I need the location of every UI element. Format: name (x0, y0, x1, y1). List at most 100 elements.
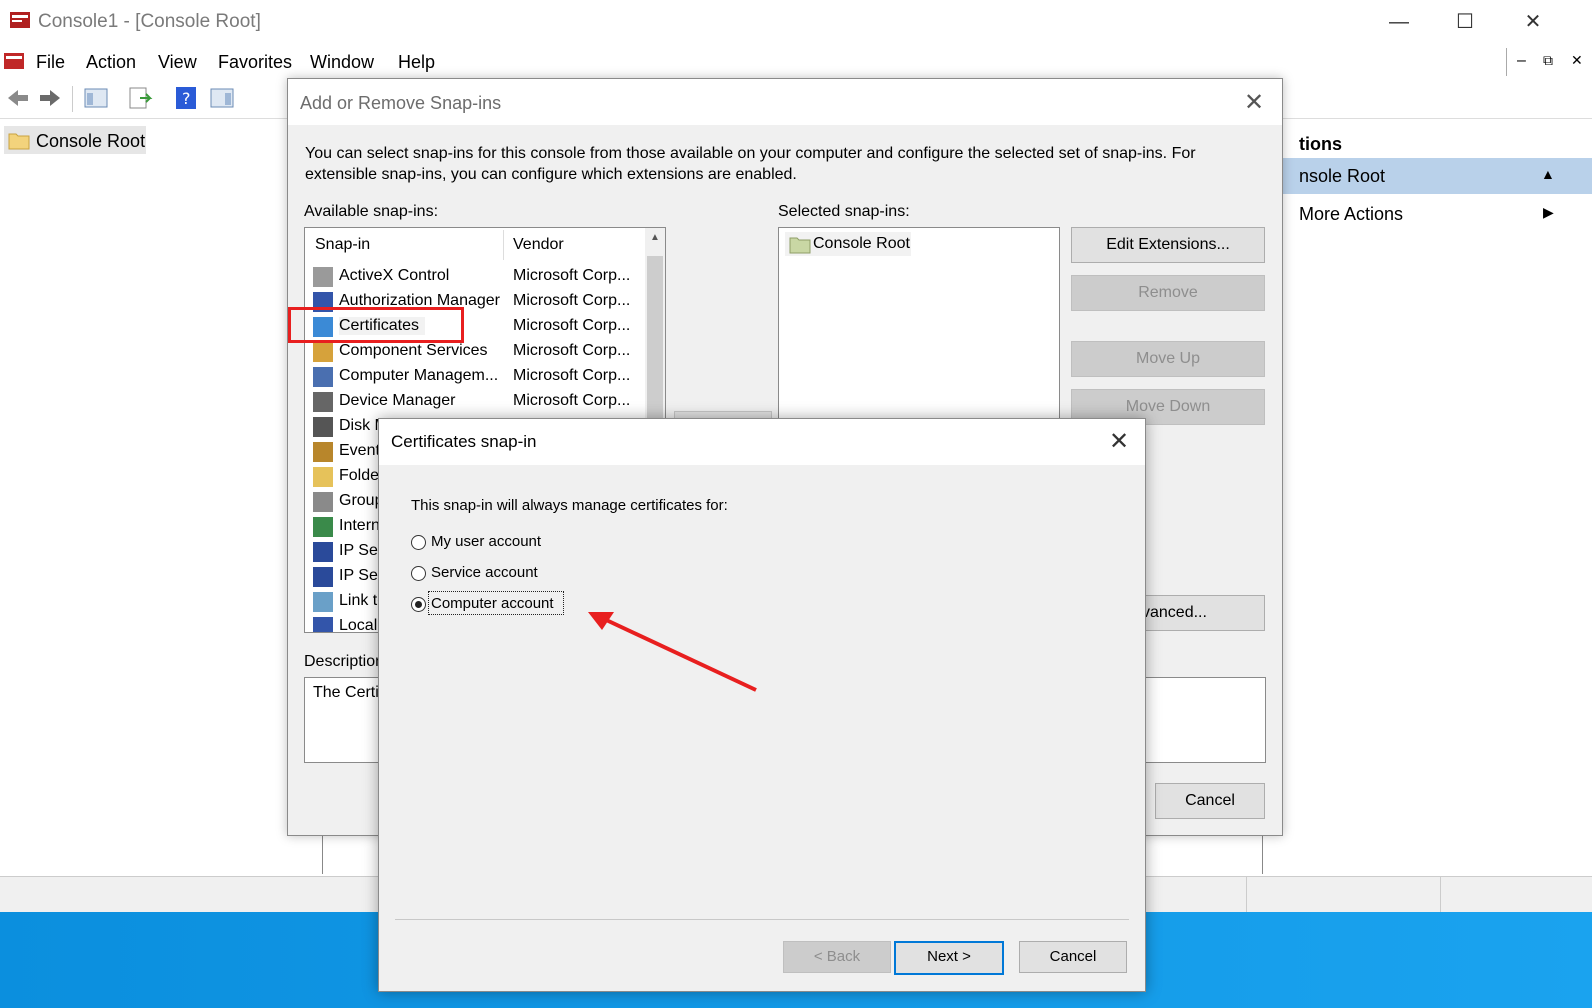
snapin-row[interactable]: Computer Managem... Microsoft Corp... (305, 364, 645, 389)
tree-pane: Console Root (0, 122, 323, 874)
snapin-icon (313, 542, 333, 562)
radio-button[interactable] (411, 597, 426, 612)
column-separator[interactable] (503, 230, 504, 260)
cancel-button[interactable]: Cancel (1155, 783, 1265, 819)
snapin-icon (313, 267, 333, 287)
description-label: Description (304, 653, 385, 670)
mdi-close-button[interactable]: ✕ (1571, 52, 1583, 69)
radio-button[interactable] (411, 535, 426, 550)
selected-item-label: Console Root (813, 235, 910, 252)
dialog-title-bar: Add or Remove Snap-ins ✕ (288, 79, 1282, 125)
snapin-vendor: Microsoft Corp... (513, 342, 631, 359)
manage-for-prompt: This snap-in will always manage certific… (411, 497, 728, 514)
actions-section-label: nsole Root (1299, 166, 1386, 186)
snapin-name: Device Manager (339, 392, 456, 409)
tree-item-label: Console Root (36, 131, 146, 151)
available-snapins-label: Available snap-ins: (304, 203, 439, 220)
snapin-icon (313, 617, 333, 632)
back-button[interactable]: < Back (783, 941, 891, 973)
radio-selected-dot (415, 601, 422, 608)
dialog-close-button[interactable]: ✕ (1101, 426, 1137, 458)
snapin-name: Group (339, 492, 384, 509)
show-hide-action-pane-icon[interactable] (208, 84, 236, 112)
snapin-icon (313, 467, 333, 487)
snapin-icon (313, 567, 333, 587)
snapin-row[interactable]: Device Manager Microsoft Corp... (305, 389, 645, 414)
dialog-close-button[interactable]: ✕ (1234, 87, 1274, 119)
snapin-icon (313, 492, 333, 512)
menu-bar: File Action View Favorites Window Help (0, 44, 1592, 78)
snapin-name: Event (339, 442, 380, 459)
dialog-title: Certificates snap-in (391, 432, 537, 451)
snapin-vendor: Microsoft Corp... (513, 292, 631, 309)
snapin-icon (313, 417, 333, 437)
snapin-name: Computer Managem... (339, 367, 499, 384)
snapin-vendor: Microsoft Corp... (513, 317, 631, 334)
certificates-snapin-dialog: Certificates snap-in ✕ This snap-in will… (378, 418, 1146, 992)
scroll-up-icon[interactable]: ▲ (650, 232, 660, 243)
edit-extensions-button[interactable]: Edit Extensions... (1071, 227, 1265, 263)
menu-help[interactable]: Help (398, 52, 435, 73)
back-arrow-icon[interactable] (4, 84, 32, 112)
snapin-vendor: Microsoft Corp... (513, 367, 631, 384)
radio-label: Service account (431, 564, 538, 581)
menu-file[interactable]: File (36, 52, 65, 73)
snapin-icon (313, 367, 333, 387)
minimize-button[interactable]: — (1376, 8, 1422, 36)
folder-icon (8, 133, 30, 150)
toolbar-divider (72, 86, 73, 112)
snapin-icon (313, 517, 333, 537)
actions-pane: tions nsole Root ▲ More Actions ▶ (1262, 122, 1592, 874)
snapin-icon (313, 342, 333, 362)
certificates-highlight-box (288, 307, 464, 343)
mdi-minimize-button[interactable]: – (1517, 52, 1526, 70)
scrollbar-thumb[interactable] (647, 256, 663, 432)
snapin-name: Local (339, 617, 378, 633)
console-icon[interactable] (2, 49, 26, 73)
more-actions-item[interactable]: More Actions (1299, 204, 1403, 225)
folder-icon (789, 237, 811, 254)
actions-section-console-root[interactable]: nsole Root ▲ (1263, 158, 1592, 194)
collapse-arrow-icon[interactable]: ▲ (1541, 166, 1555, 182)
selected-item-console-root[interactable]: Console Root (785, 232, 911, 256)
remove-button[interactable]: Remove (1071, 275, 1265, 311)
selected-snapins-label: Selected snap-ins: (778, 203, 910, 220)
column-header-vendor[interactable]: Vendor (513, 236, 564, 254)
show-hide-tree-icon[interactable] (82, 84, 110, 112)
mdi-restore-button[interactable]: ⧉ (1543, 52, 1553, 69)
next-button[interactable]: Next > (894, 941, 1004, 975)
description-text: The Certif (313, 684, 384, 701)
cancel-button[interactable]: Cancel (1019, 941, 1127, 973)
status-divider (1440, 877, 1441, 913)
move-up-button[interactable]: Move Up (1071, 341, 1265, 377)
maximize-button[interactable]: ☐ (1442, 8, 1488, 36)
mdi-controls: – ⧉ ✕ (1506, 48, 1592, 76)
menu-window[interactable]: Window (310, 52, 374, 73)
column-header-snapin[interactable]: Snap-in (315, 236, 370, 254)
menu-action[interactable]: Action (86, 52, 136, 73)
radio-button[interactable] (411, 566, 426, 581)
tree-item-console-root[interactable]: Console Root (4, 126, 146, 154)
submenu-arrow-icon: ▶ (1543, 204, 1554, 220)
forward-arrow-icon[interactable] (36, 84, 64, 112)
snapin-icon (313, 442, 333, 462)
menu-favorites[interactable]: Favorites (218, 52, 292, 73)
snapin-name: Component Services (339, 342, 488, 359)
close-button[interactable]: ✕ (1510, 8, 1556, 36)
snapin-vendor: Microsoft Corp... (513, 392, 631, 409)
actions-pane-title: tions (1299, 134, 1342, 154)
menu-view[interactable]: View (158, 52, 197, 73)
dialog-intro-text: You can select snap-ins for this console… (305, 145, 1196, 183)
svg-text:?: ? (182, 89, 191, 108)
snapin-vendor: Microsoft Corp... (513, 267, 631, 284)
snapin-name: Intern (339, 517, 380, 534)
dialog-title: Add or Remove Snap-ins (300, 93, 502, 113)
snapin-icon (313, 392, 333, 412)
snapin-row[interactable]: ActiveX Control Microsoft Corp... (305, 264, 645, 289)
help-icon[interactable]: ? (172, 84, 200, 112)
export-list-icon[interactable] (126, 84, 154, 112)
snapin-icon (313, 592, 333, 612)
annotation-arrow-icon (588, 612, 757, 692)
snapin-name: ActiveX Control (339, 267, 450, 284)
status-divider (1246, 877, 1247, 913)
